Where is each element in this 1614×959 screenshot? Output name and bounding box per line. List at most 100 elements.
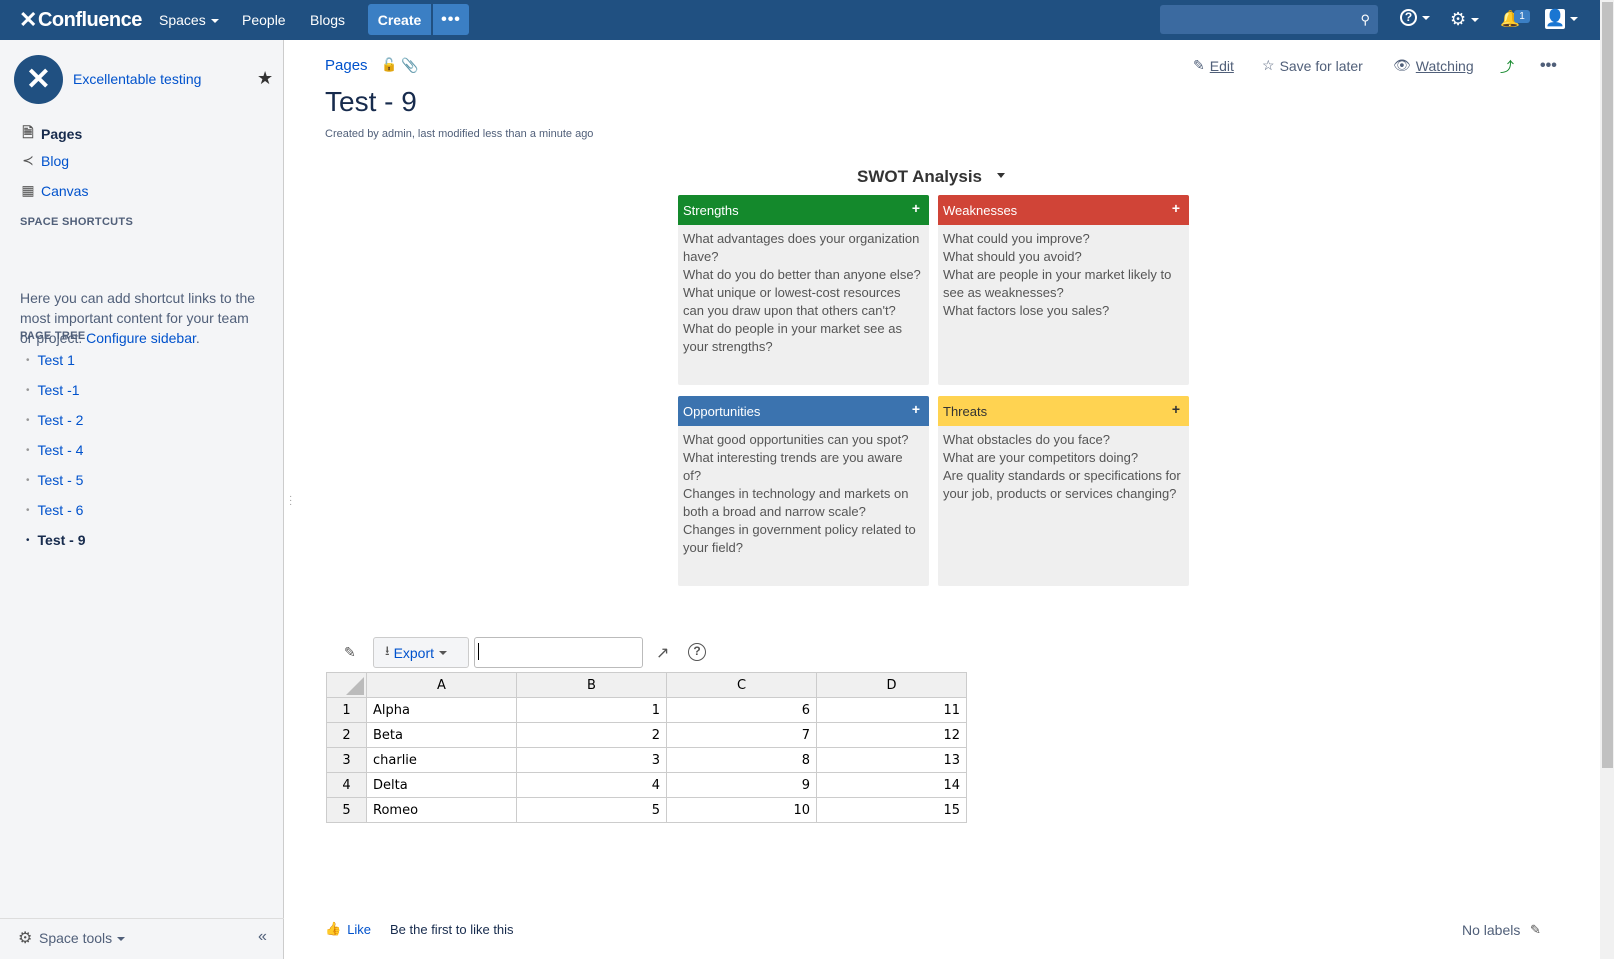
blogs-link[interactable]: Blogs [310, 12, 345, 28]
ellipsis-icon: ••• [1540, 57, 1557, 74]
people-link[interactable]: People [242, 12, 286, 28]
opportunities-text[interactable]: What good opportunities can you spot? Wh… [678, 426, 929, 562]
sidebar-resize-handle[interactable]: · · · [289, 492, 292, 510]
table-cell[interactable]: 9 [666, 772, 817, 798]
table-cell[interactable]: Romeo [366, 797, 517, 823]
table-cell[interactable]: 5 [516, 797, 667, 823]
tree-item[interactable]: • Test 1 [26, 352, 75, 368]
sidebar: ✕ Excellentable testing ★ 🗎 Pages ≺ Blog ▦… [0, 40, 284, 959]
vertical-scrollbar-thumb[interactable] [1602, 2, 1613, 768]
search-input[interactable]: ⚲ [1160, 5, 1378, 34]
row-header[interactable]: 5 [326, 797, 367, 823]
user-menu[interactable]: 👤 [1545, 9, 1578, 29]
bullet-icon: • [26, 504, 30, 516]
table-cell[interactable]: 8 [666, 747, 817, 773]
table-cell[interactable]: Delta [366, 772, 517, 798]
space-logo[interactable]: ✕ [14, 55, 63, 104]
table-cell[interactable]: 2 [516, 722, 667, 748]
sidebar-item-blog[interactable]: ≺ Blog [20, 152, 69, 169]
tree-item-label[interactable]: Test - 4 [38, 442, 84, 458]
tree-item-current[interactable]: • Test - 9 [26, 532, 86, 548]
add-strength-icon[interactable]: + [912, 200, 920, 216]
table-cell[interactable]: 1 [516, 697, 667, 723]
tree-item-label[interactable]: Test - 5 [38, 472, 84, 488]
breadcrumb-pages[interactable]: Pages [325, 57, 368, 74]
help-icon: ? [1400, 9, 1417, 26]
sidebar-item-canvas[interactable]: ▦ Canvas [20, 182, 88, 199]
threats-text[interactable]: What obstacles do you face? What are you… [938, 426, 1189, 508]
strengths-text[interactable]: What advantages does your organization h… [678, 225, 929, 361]
table-cell[interactable]: 3 [516, 747, 667, 773]
help-icon[interactable]: ? [688, 643, 706, 661]
row-header[interactable]: 4 [326, 772, 367, 798]
tree-item[interactable]: • Test - 4 [26, 442, 83, 458]
configure-sidebar-link[interactable]: Configure sidebar [86, 330, 196, 346]
share-button[interactable]: ⤴ [1500, 57, 1514, 77]
share-out-icon[interactable]: ↗ [656, 643, 669, 663]
column-header[interactable]: A [366, 672, 517, 698]
bullet-icon: • [26, 474, 30, 486]
table-row: 5 Romeo 5 10 15 [326, 797, 967, 823]
table-cell[interactable]: 7 [666, 722, 817, 748]
table-cell[interactable]: 12 [816, 722, 967, 748]
space-tools-menu[interactable]: Space tools [39, 930, 126, 946]
corner-triangle-icon [346, 677, 364, 695]
column-header[interactable]: B [516, 672, 667, 698]
more-create-button[interactable]: ••• [433, 4, 469, 35]
space-tools-label: Space tools [39, 930, 113, 946]
chevron-down-icon [117, 937, 126, 942]
save-for-later-button[interactable]: ☆ Save for later [1262, 57, 1363, 74]
tree-item[interactable]: • Test - 6 [26, 502, 83, 518]
table-cell[interactable]: Alpha [366, 697, 517, 723]
select-all-corner[interactable] [326, 672, 367, 698]
edit-button[interactable]: ✎ Edit [1193, 57, 1234, 74]
paperclip-icon[interactable]: 📎 [401, 57, 418, 74]
table-cell[interactable]: Beta [366, 722, 517, 748]
table-cell[interactable]: 10 [666, 797, 817, 823]
column-header[interactable]: C [666, 672, 817, 698]
confluence-logo[interactable]: ✕ Confluence [19, 7, 142, 33]
row-header[interactable]: 1 [326, 697, 367, 723]
formula-input[interactable] [474, 637, 643, 668]
row-header[interactable]: 2 [326, 722, 367, 748]
bullet-icon: • [26, 534, 30, 546]
pencil-icon[interactable]: ✎ [344, 644, 356, 661]
more-actions-button[interactable]: ••• [1540, 57, 1557, 75]
add-threat-icon[interactable]: + [1172, 401, 1180, 417]
unlock-icon[interactable]: 🔓 [381, 57, 397, 73]
like-button[interactable]: 👍 Like [325, 921, 371, 937]
table-cell[interactable]: 14 [816, 772, 967, 798]
chevron-down-icon[interactable] [997, 173, 1005, 178]
star-icon[interactable]: ★ [257, 68, 273, 89]
create-button[interactable]: Create [368, 4, 431, 35]
tree-item-label[interactable]: Test 1 [38, 352, 75, 368]
tree-item[interactable]: • Test - 2 [26, 412, 83, 428]
add-opportunity-icon[interactable]: + [912, 401, 920, 417]
table-cell[interactable]: 4 [516, 772, 667, 798]
tree-item[interactable]: • Test -1 [26, 382, 80, 398]
export-button[interactable]: ⭳ Export [373, 637, 469, 668]
space-name-link[interactable]: Excellentable testing [73, 71, 201, 87]
spaces-menu[interactable]: Spaces [159, 12, 219, 28]
table-cell[interactable]: charlie [366, 747, 517, 773]
tree-item-label[interactable]: Test -1 [38, 382, 80, 398]
pencil-icon: ✎ [1193, 57, 1205, 73]
collapse-sidebar-icon[interactable]: « [258, 928, 267, 946]
pencil-icon[interactable]: ✎ [1530, 922, 1541, 938]
tree-item-label[interactable]: Test - 2 [38, 412, 84, 428]
sidebar-item-pages[interactable]: 🗎 Pages [20, 122, 82, 146]
tree-item-label[interactable]: Test - 6 [38, 502, 84, 518]
share-icon: ⤴ [1500, 59, 1514, 75]
help-menu[interactable]: ? [1400, 9, 1430, 26]
settings-menu[interactable]: ⚙ [1450, 9, 1480, 30]
table-cell[interactable]: 11 [816, 697, 967, 723]
tree-item[interactable]: • Test - 5 [26, 472, 83, 488]
table-cell[interactable]: 15 [816, 797, 967, 823]
table-cell[interactable]: 6 [666, 697, 817, 723]
add-weakness-icon[interactable]: + [1172, 200, 1180, 216]
column-header[interactable]: D [816, 672, 967, 698]
table-cell[interactable]: 13 [816, 747, 967, 773]
row-header[interactable]: 3 [326, 747, 367, 773]
watching-button[interactable]: 👁 Watching [1393, 57, 1474, 74]
weaknesses-text[interactable]: What could you improve? What should you … [938, 225, 1189, 325]
